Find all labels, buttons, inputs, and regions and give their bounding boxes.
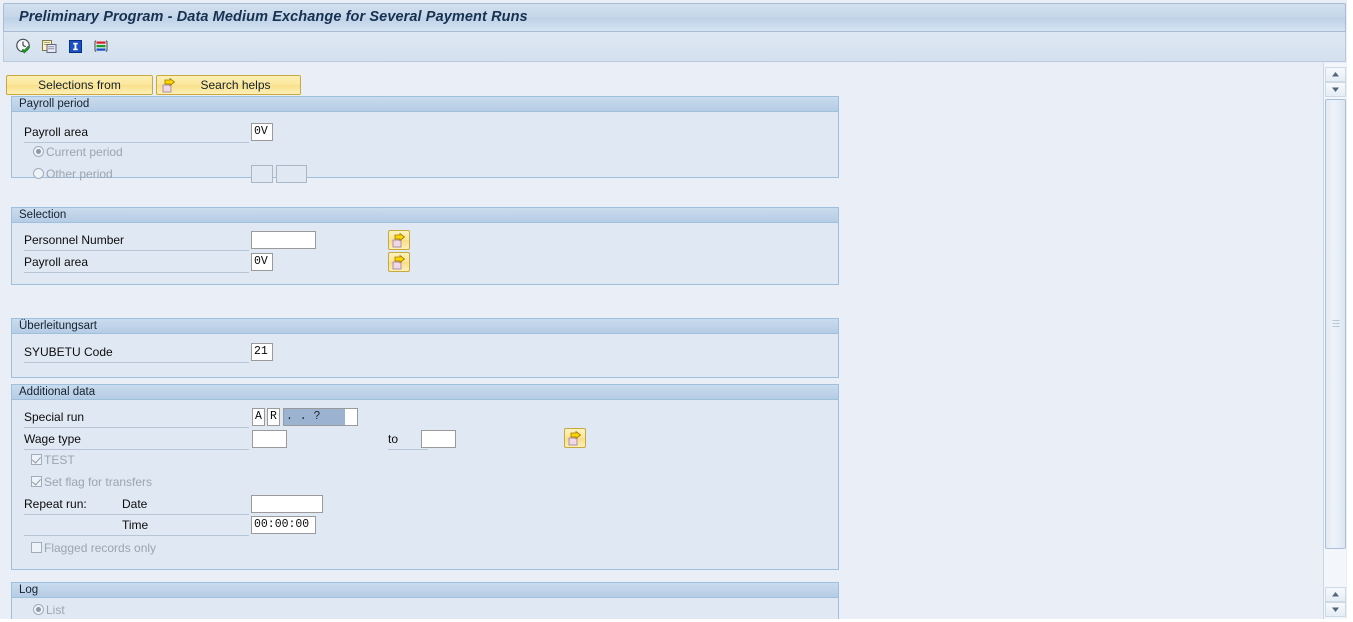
scroll-down-bottom-icon[interactable] bbox=[1325, 602, 1346, 617]
wage-type-multiselect-button[interactable] bbox=[564, 428, 586, 448]
panel-payroll-period: Payroll period Payroll area 0V Current p… bbox=[11, 96, 839, 183]
selections-from-button[interactable]: Selections from bbox=[6, 75, 153, 95]
window-title-bar: Preliminary Program - Data Medium Exchan… bbox=[3, 3, 1346, 32]
special-run-reason-input[interactable]: R bbox=[267, 408, 280, 426]
other-period-input-2[interactable] bbox=[276, 165, 307, 183]
scrollbar-corner bbox=[1323, 0, 1346, 63]
flagged-records-only-checkbox[interactable] bbox=[31, 542, 42, 553]
panel-payroll-period-header: Payroll period bbox=[12, 97, 838, 112]
selections-from-label: Selections from bbox=[38, 78, 121, 92]
flagged-records-only-label: Flagged records only bbox=[44, 541, 157, 555]
repeat-run-date-label: Date bbox=[122, 497, 148, 511]
special-run-date-value: . . ? bbox=[284, 409, 345, 425]
repeat-run-time-underline bbox=[24, 535, 249, 536]
panel-log-header: Log bbox=[12, 583, 838, 598]
execute-clock-icon[interactable] bbox=[13, 36, 33, 56]
wage-type-to-underline bbox=[388, 449, 428, 450]
panel-selection-body: Personnel Number Payroll area 0V bbox=[12, 223, 838, 284]
set-flag-for-transfers-label: Set flag for transfers bbox=[44, 475, 153, 489]
other-period-input-1[interactable] bbox=[251, 165, 273, 183]
vertical-scrollbar[interactable] bbox=[1323, 63, 1346, 619]
wage-type-to-label: to bbox=[388, 432, 399, 446]
personnel-number-label: Personnel Number bbox=[24, 233, 125, 247]
repeat-run-date-underline bbox=[24, 514, 249, 515]
page-title: Preliminary Program - Data Medium Exchan… bbox=[19, 9, 528, 25]
yellow-arrow-icon bbox=[162, 77, 177, 96]
panel-ueberleitungsart-body: SYUBETU Code 21 bbox=[12, 334, 838, 377]
repeat-run-time-label: Time bbox=[122, 518, 149, 532]
repeat-run-date-input[interactable] bbox=[251, 495, 323, 513]
syubetu-code-label: SYUBETU Code bbox=[24, 345, 113, 359]
panel-payroll-period-body: Payroll area 0V Current period Other per… bbox=[12, 112, 838, 183]
scroll-down-icon[interactable] bbox=[1325, 82, 1346, 97]
selection-payroll-area-label: Payroll area bbox=[24, 255, 89, 269]
wage-type-to-input[interactable] bbox=[421, 430, 456, 448]
search-helps-button[interactable]: Search helps bbox=[156, 75, 301, 95]
payroll-area-underline bbox=[24, 142, 249, 143]
special-run-type-input[interactable]: A bbox=[252, 408, 265, 426]
wage-type-from-input[interactable] bbox=[252, 430, 287, 448]
sap-selection-screen: Preliminary Program - Data Medium Exchan… bbox=[0, 0, 1353, 622]
scroll-up-bottom-icon[interactable] bbox=[1325, 587, 1346, 602]
repeat-run-label: Repeat run: bbox=[24, 497, 87, 511]
application-toolbar: © www.tutorialkart.com bbox=[3, 32, 1346, 92]
panel-additional-data-header: Additional data bbox=[12, 385, 838, 400]
panel-ueberleitungsart-header: Überleitungsart bbox=[12, 319, 838, 334]
syubetu-code-underline bbox=[24, 362, 249, 363]
other-period-label: Other period bbox=[46, 167, 113, 181]
current-period-label: Current period bbox=[46, 145, 123, 159]
current-period-radio[interactable] bbox=[33, 146, 44, 157]
panel-ueberleitungsart: Überleitungsart SYUBETU Code 21 bbox=[11, 318, 839, 378]
wage-type-underline bbox=[24, 449, 249, 450]
selection-payroll-area-underline bbox=[24, 272, 249, 273]
toolbar-icon-group bbox=[13, 36, 111, 56]
panel-additional-data: Additional data Special run A R . . ? Wa… bbox=[11, 384, 839, 570]
personnel-number-multiselect-button[interactable] bbox=[388, 230, 410, 250]
scroll-up-icon[interactable] bbox=[1325, 67, 1346, 82]
log-list-radio[interactable] bbox=[33, 604, 44, 615]
variant-attributes-icon[interactable] bbox=[91, 36, 111, 56]
personnel-number-underline bbox=[24, 250, 249, 251]
payroll-area-label: Payroll area bbox=[24, 125, 89, 139]
other-period-radio[interactable] bbox=[33, 168, 44, 179]
special-run-date-input[interactable]: . . ? bbox=[283, 408, 358, 426]
panel-additional-data-body: Special run A R . . ? Wage type to TEST … bbox=[12, 400, 838, 569]
window-right-edge bbox=[1347, 0, 1353, 622]
test-label: TEST bbox=[44, 453, 75, 467]
scrollbar-thumb[interactable] bbox=[1325, 99, 1346, 549]
log-list-label: List bbox=[46, 603, 65, 617]
panel-log-body: List bbox=[12, 598, 838, 619]
get-variant-icon[interactable] bbox=[39, 36, 59, 56]
selection-toolbar: Selections from Search helps bbox=[6, 75, 301, 95]
payroll-area-multiselect-button[interactable] bbox=[388, 252, 410, 272]
scrollbar-grip-icon bbox=[1332, 320, 1339, 328]
info-icon[interactable] bbox=[65, 36, 85, 56]
personnel-number-input[interactable] bbox=[251, 231, 316, 249]
wage-type-label: Wage type bbox=[24, 432, 81, 446]
selection-screen-content: Selections from Search helps Payroll per… bbox=[3, 63, 1323, 619]
search-helps-label: Search helps bbox=[200, 78, 271, 92]
special-run-label: Special run bbox=[24, 410, 85, 424]
set-flag-for-transfers-checkbox[interactable] bbox=[31, 476, 42, 487]
payroll-area-input[interactable]: 0V bbox=[251, 123, 273, 141]
panel-selection-header: Selection bbox=[12, 208, 838, 223]
panel-selection: Selection Personnel Number Payroll area … bbox=[11, 207, 839, 285]
syubetu-code-input[interactable]: 21 bbox=[251, 343, 273, 361]
special-run-underline bbox=[24, 427, 249, 428]
repeat-run-time-input[interactable]: 00:00:00 bbox=[251, 516, 316, 534]
test-checkbox[interactable] bbox=[31, 454, 42, 465]
panel-log: Log List bbox=[11, 582, 839, 619]
selection-payroll-area-input[interactable]: 0V bbox=[251, 253, 273, 271]
